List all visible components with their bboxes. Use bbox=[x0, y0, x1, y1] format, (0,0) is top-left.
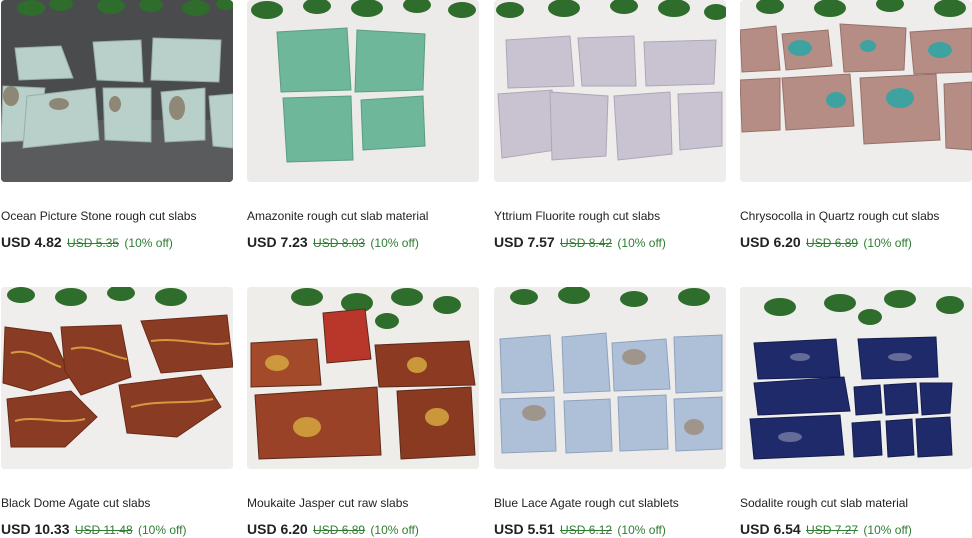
discount-label: (10% off) bbox=[370, 236, 419, 250]
original-price: USD 8.42 bbox=[560, 236, 613, 250]
sale-price: USD 4.82 bbox=[1, 234, 62, 250]
sale-price: USD 6.20 bbox=[247, 521, 308, 537]
listing-card[interactable]: Sodalite rough cut slab material USD 6.5… bbox=[740, 287, 972, 538]
listing-image[interactable] bbox=[740, 0, 972, 182]
discount-label: (10% off) bbox=[863, 523, 912, 537]
listing-card[interactable]: Blue Lace Agate rough cut slablets USD 5… bbox=[494, 287, 726, 538]
sale-price: USD 5.51 bbox=[494, 521, 555, 537]
listing-image[interactable] bbox=[494, 287, 726, 469]
listing-image[interactable] bbox=[740, 287, 972, 469]
listing-title[interactable]: Black Dome Agate cut slabs bbox=[1, 496, 233, 510]
original-price: USD 6.89 bbox=[313, 523, 366, 537]
discount-label: (10% off) bbox=[124, 236, 173, 250]
original-price: USD 8.03 bbox=[313, 236, 366, 250]
listing-image[interactable] bbox=[494, 0, 726, 182]
listing-title[interactable]: Yttrium Fluorite rough cut slabs bbox=[494, 209, 726, 223]
listing-card[interactable]: Black Dome Agate cut slabs USD 10.33 USD… bbox=[1, 287, 233, 538]
original-price: USD 6.12 bbox=[560, 523, 613, 537]
price-row: USD 6.54 USD 7.27 (10% off) bbox=[740, 521, 972, 538]
discount-label: (10% off) bbox=[617, 236, 666, 250]
discount-label: (10% off) bbox=[370, 523, 419, 537]
price-row: USD 7.57 USD 8.42 (10% off) bbox=[494, 234, 726, 251]
listing-title[interactable]: Chrysocolla in Quartz rough cut slabs bbox=[740, 209, 972, 223]
sale-price: USD 7.57 bbox=[494, 234, 555, 250]
price-row: USD 6.20 USD 6.89 (10% off) bbox=[740, 234, 972, 251]
listing-title[interactable]: Moukaite Jasper cut raw slabs bbox=[247, 496, 479, 510]
discount-label: (10% off) bbox=[863, 236, 912, 250]
sale-price: USD 6.54 bbox=[740, 521, 801, 537]
discount-label: (10% off) bbox=[617, 523, 666, 537]
listing-card[interactable]: Ocean Picture Stone rough cut slabs USD … bbox=[1, 0, 233, 251]
original-price: USD 6.89 bbox=[806, 236, 859, 250]
listing-image[interactable] bbox=[247, 0, 479, 182]
listing-title[interactable]: Blue Lace Agate rough cut slablets bbox=[494, 496, 726, 510]
price-row: USD 10.33 USD 11.48 (10% off) bbox=[1, 521, 233, 538]
listing-card[interactable]: Amazonite rough cut slab material USD 7.… bbox=[247, 0, 479, 251]
listing-card[interactable]: Yttrium Fluorite rough cut slabs USD 7.5… bbox=[494, 0, 726, 251]
listing-card[interactable]: Chrysocolla in Quartz rough cut slabs US… bbox=[740, 0, 972, 251]
discount-label: (10% off) bbox=[137, 523, 187, 537]
sale-price: USD 6.20 bbox=[740, 234, 801, 250]
price-row: USD 6.20 USD 6.89 (10% off) bbox=[247, 521, 479, 538]
listing-image[interactable] bbox=[247, 287, 479, 469]
listing-title[interactable]: Amazonite rough cut slab material bbox=[247, 209, 479, 223]
price-row: USD 4.82 USD 5.35 (10% off) bbox=[1, 234, 233, 251]
listing-image[interactable] bbox=[1, 287, 233, 469]
sale-price: USD 7.23 bbox=[247, 234, 308, 250]
price-row: USD 7.23 USD 8.03 (10% off) bbox=[247, 234, 479, 251]
listing-title[interactable]: Sodalite rough cut slab material bbox=[740, 496, 972, 510]
original-price: USD 11.48 bbox=[74, 523, 133, 537]
original-price: USD 7.27 bbox=[806, 523, 859, 537]
original-price: USD 5.35 bbox=[67, 236, 120, 250]
listing-card[interactable]: Moukaite Jasper cut raw slabs USD 6.20 U… bbox=[247, 287, 479, 538]
sale-price: USD 10.33 bbox=[1, 521, 70, 537]
listing-title[interactable]: Ocean Picture Stone rough cut slabs bbox=[1, 209, 233, 223]
listing-grid: Ocean Picture Stone rough cut slabs USD … bbox=[0, 0, 972, 538]
listing-image[interactable] bbox=[1, 0, 233, 182]
price-row: USD 5.51 USD 6.12 (10% off) bbox=[494, 521, 726, 538]
